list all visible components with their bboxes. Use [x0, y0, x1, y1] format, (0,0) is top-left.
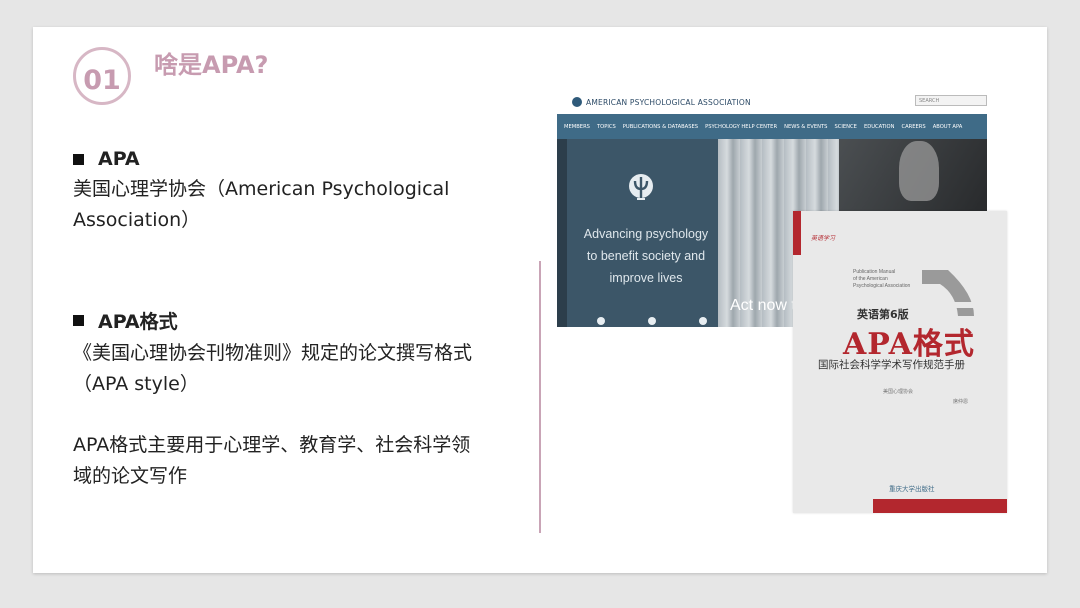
site-nav-item: EDUCATION — [863, 123, 895, 130]
site-nav-item: SCIENCE — [834, 123, 857, 130]
book-bottom-bar — [873, 499, 1007, 513]
site-nav-item: PUBLICATIONS & DATABASES — [622, 123, 699, 130]
hero-left-panel: Advancing psychology to benefit society … — [567, 139, 718, 327]
book-a-logo-icon — [922, 270, 974, 316]
apa-heading-row: APA — [73, 148, 449, 170]
apa-book-cover: 英语学习 Publication Manual of the American … — [793, 211, 1007, 513]
hero-tagline-line1: Advancing psychology — [583, 227, 709, 241]
section-title: 啥是APA? — [154, 51, 269, 79]
apa-logo-icon — [572, 97, 582, 107]
site-nav-bar: MEMBERS TOPICS PUBLICATIONS & DATABASES … — [557, 114, 987, 139]
hero-act-now-text: Act now t — [730, 297, 796, 314]
site-nav-item: MEMBERS — [564, 123, 590, 130]
book-english-title: Publication Manual of the American Psych… — [853, 269, 910, 290]
apa-style-heading-row: APA格式 — [73, 307, 472, 334]
apa-definition-line1: 美国心理学协会（American Psychological — [73, 178, 450, 200]
apa-usage-line2: 域的论文写作 — [73, 465, 188, 487]
apa-style-heading: APA格式 — [98, 311, 178, 333]
apa-style-block: APA格式 《美国心理协会刊物准则》规定的论文撰写格式 （APA style） — [73, 307, 472, 400]
site-nav-item: PSYCHOLOGY HELP CENTER — [705, 123, 778, 130]
book-publisher: 重庆大学出版社 — [889, 485, 935, 493]
book-subtitle: 国际社会科学学术写作规范手册 — [818, 359, 965, 371]
bullet-square-icon — [73, 315, 84, 326]
hero-tagline: Advancing psychology to benefit society … — [581, 223, 711, 289]
book-series: 英语学习 — [811, 235, 836, 242]
vertical-divider — [539, 261, 541, 533]
bullet-square-icon — [73, 153, 84, 165]
hero-tagline-line3: improve lives — [609, 271, 683, 285]
apa-usage-line1: APA格式主要用于心理学、教育学、社会科学领 — [73, 434, 471, 456]
book-author: 美国心理协会 — [883, 389, 914, 395]
book-english-title-line1: Publication Manual — [853, 269, 896, 275]
site-nav-item: NEWS & EVENTS — [784, 123, 828, 130]
apa-definition-block: APA 美国心理学协会（American Psychological Assoc… — [73, 148, 449, 236]
hero-icon-row — [597, 317, 707, 325]
book-english-title-line2: of the American — [853, 276, 888, 282]
apa-style-definition-line1: 《美国心理协会刊物准则》规定的论文撰写格式 — [73, 342, 473, 364]
book-english-title-line3: Psychological Association — [853, 283, 911, 289]
apa-heading: APA — [98, 148, 140, 170]
site-nav-item: TOPICS — [596, 123, 616, 130]
apa-usage-note: APA格式主要用于心理学、教育学、社会科学领 域的论文写作 — [73, 430, 470, 492]
apa-style-definition-line2: （APA style） — [73, 373, 199, 395]
site-name: AMERICAN PSYCHOLOGICAL ASSOCIATION — [586, 97, 751, 107]
site-search-box: SEARCH — [915, 95, 987, 106]
hero-icon — [648, 317, 656, 325]
book-translator: 席仲恩 — [953, 399, 969, 405]
apa-definition-line2: Association） — [73, 209, 201, 231]
hero-tagline-line2: to benefit society and — [586, 249, 706, 263]
hero-icon — [699, 317, 707, 325]
slide: 01 啥是APA? APA 美国心理学协会（American Psycholog… — [33, 27, 1047, 573]
site-nav-item: ABOUT APA — [932, 123, 963, 130]
book-red-accent — [793, 211, 801, 255]
hero-icon — [597, 317, 605, 325]
section-number-badge: 01 — [73, 47, 131, 105]
site-header: AMERICAN PSYCHOLOGICAL ASSOCIATION SEARC… — [557, 91, 987, 113]
apa-psi-logo-icon — [629, 174, 653, 200]
hero-portrait-image — [899, 141, 939, 201]
site-nav-item: CAREERS — [901, 123, 926, 130]
